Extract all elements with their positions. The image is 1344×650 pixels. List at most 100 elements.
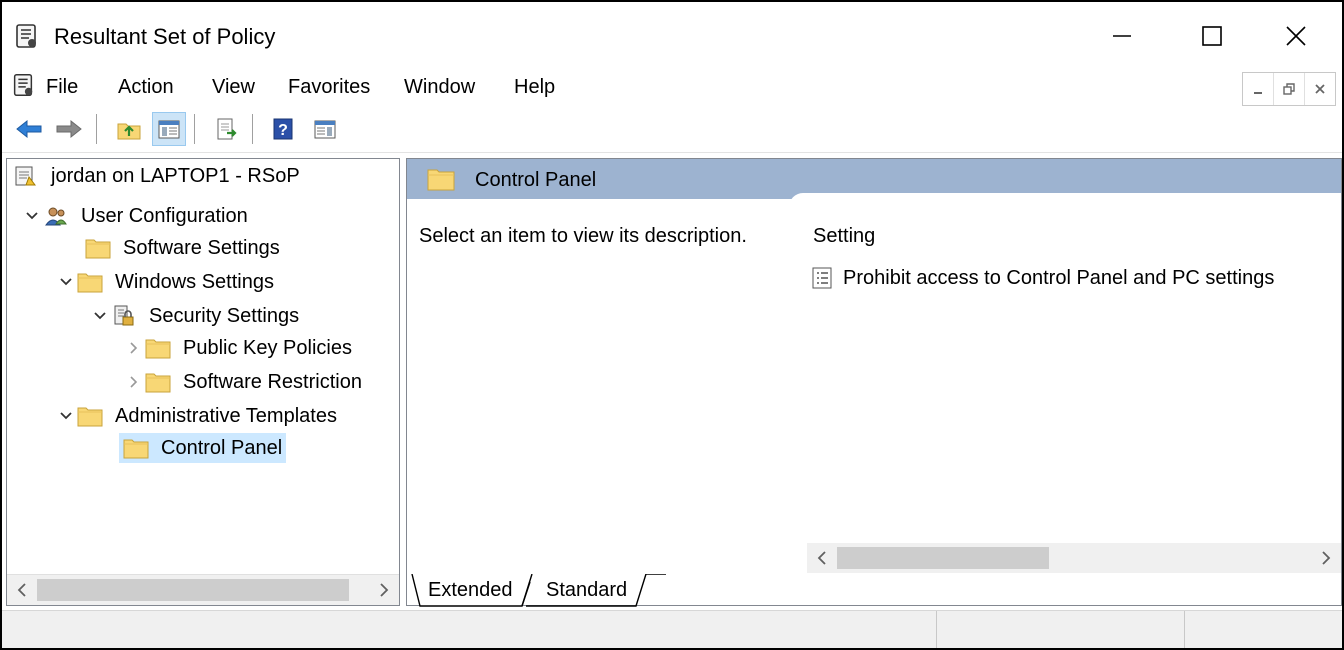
menu-bar: File Action View Favorites Window Help: [2, 66, 1342, 106]
scroll-left-icon[interactable]: [807, 543, 837, 573]
export-list-button[interactable]: [210, 112, 244, 146]
mdi-restore-button[interactable]: [1273, 73, 1304, 105]
mdi-controls: [1242, 72, 1336, 106]
details-header-title: Control Panel: [475, 169, 597, 191]
rsop-window: Resultant Set of Policy File Action View…: [0, 0, 1344, 650]
status-separator: [1184, 611, 1185, 648]
mdi-minimize-button[interactable]: [1243, 73, 1273, 105]
setting-name: Prohibit access to Control Panel and PC …: [843, 266, 1275, 289]
close-icon: [1286, 26, 1306, 46]
back-arrow-icon: [16, 119, 42, 139]
export-list-icon: [217, 118, 237, 140]
scrollbar-thumb[interactable]: [837, 547, 1049, 569]
menu-window[interactable]: Window: [404, 76, 475, 99]
chevron-right-icon[interactable]: [123, 367, 145, 397]
tree-item-label: Security Settings: [149, 304, 300, 327]
rsop-scroll-icon: [16, 24, 36, 48]
tree-item-label: jordan on LAPTOP1 - RSoP: [51, 164, 300, 187]
folder-icon: [145, 370, 171, 394]
mdi-close-button[interactable]: [1304, 73, 1335, 105]
svg-text:?: ?: [278, 122, 288, 139]
menu-favorites[interactable]: Favorites: [288, 76, 370, 99]
tree-item-user-configuration[interactable]: User Configuration: [21, 201, 252, 231]
status-separator: [936, 611, 937, 648]
window-title: Resultant Set of Policy: [54, 24, 276, 49]
toolbar-separator: [96, 114, 97, 144]
menu-file[interactable]: File: [46, 76, 78, 99]
back-button[interactable]: [12, 112, 46, 146]
console-tree-icon: [158, 120, 180, 139]
toolbar-separator: [194, 114, 195, 144]
action-pane-icon: [314, 120, 336, 139]
menu-help[interactable]: Help: [514, 76, 555, 99]
tree-item-label: Windows Settings: [115, 270, 274, 293]
folder-icon: [77, 404, 103, 428]
tree-item-software-settings[interactable]: Software Settings: [85, 233, 284, 263]
folder-icon: [427, 169, 455, 191]
folder-up-icon: [117, 123, 141, 140]
details-horizontal-scrollbar[interactable]: [807, 543, 1341, 573]
minimize-icon: [1113, 35, 1131, 37]
tree-item-label: Control Panel: [157, 434, 287, 462]
minimize-icon: [1254, 92, 1262, 94]
folder-icon: [77, 270, 103, 294]
console-tree[interactable]: jordan on LAPTOP1 - RSoP User Configurat…: [6, 158, 400, 606]
help-icon: ?: [273, 118, 293, 140]
tree-item-rsop-root[interactable]: jordan on LAPTOP1 - RSoP: [13, 161, 304, 191]
restore-icon: [1283, 83, 1295, 95]
status-bar: [2, 610, 1342, 648]
tree-item-public-key-policies[interactable]: Public Key Policies: [123, 333, 356, 363]
chevron-down-icon[interactable]: [55, 267, 77, 297]
system-menu-icon[interactable]: [10, 72, 36, 98]
scroll-left-icon[interactable]: [7, 575, 37, 605]
header-divider: [789, 193, 1341, 213]
show-hide-console-tree-button[interactable]: [152, 112, 186, 146]
details-pane: Control Panel Select an item to view its…: [406, 158, 1342, 606]
tree-item-label: Software Settings: [123, 236, 280, 259]
tree-item-label: Software Restriction: [183, 370, 362, 393]
up-one-level-button[interactable]: [112, 112, 146, 146]
show-hide-action-pane-button[interactable]: [308, 112, 342, 146]
tree-item-control-panel[interactable]: Control Panel: [119, 433, 287, 463]
tree-item-security-settings[interactable]: Security Settings: [89, 301, 303, 331]
tab-standard[interactable]: Standard: [546, 574, 627, 606]
close-icon: [1315, 84, 1325, 94]
scrollbar-thumb[interactable]: [37, 579, 349, 601]
setting-row[interactable]: Prohibit access to Control Panel and PC …: [811, 263, 1274, 293]
chevron-down-icon[interactable]: [89, 301, 111, 331]
chevron-right-icon[interactable]: [123, 333, 145, 363]
tab-extended[interactable]: Extended: [428, 574, 513, 606]
tree-item-label: Administrative Templates: [115, 404, 337, 427]
maximize-icon: [1202, 26, 1222, 46]
policy-setting-icon: [812, 267, 832, 289]
tree-item-software-restriction[interactable]: Software Restriction: [123, 367, 366, 397]
menu-view[interactable]: View: [212, 76, 255, 99]
title-bar[interactable]: Resultant Set of Policy: [2, 2, 1342, 66]
tree-item-windows-settings[interactable]: Windows Settings: [55, 267, 278, 297]
description-text: Select an item to view its description.: [419, 225, 747, 247]
tree-item-administrative-templates[interactable]: Administrative Templates: [55, 401, 341, 431]
setting-column-header[interactable]: Setting: [813, 225, 875, 248]
rsop-icon: [13, 164, 39, 188]
forward-arrow-icon: [56, 119, 82, 139]
security-settings-icon: [111, 304, 137, 328]
view-tabs: Extended Standard: [406, 574, 1336, 610]
forward-button[interactable]: [52, 112, 86, 146]
chevron-down-icon[interactable]: [55, 401, 77, 431]
tree-horizontal-scrollbar[interactable]: [7, 574, 399, 605]
scroll-right-icon[interactable]: [369, 575, 399, 605]
close-button[interactable]: [1252, 10, 1340, 62]
tree-item-label: User Configuration: [81, 204, 248, 227]
scroll-right-icon[interactable]: [1311, 543, 1341, 573]
tree-item-label: Public Key Policies: [183, 336, 352, 359]
folder-icon: [145, 336, 171, 360]
folder-icon: [85, 236, 111, 260]
toolbar-separator: [252, 114, 253, 144]
maximize-button[interactable]: [1168, 10, 1256, 62]
folder-icon: [123, 436, 149, 460]
chevron-down-icon[interactable]: [21, 201, 43, 231]
menu-action[interactable]: Action: [118, 76, 174, 99]
help-button[interactable]: ?: [266, 112, 300, 146]
minimize-button[interactable]: [1078, 10, 1166, 62]
toolbar: ?: [2, 106, 1342, 153]
